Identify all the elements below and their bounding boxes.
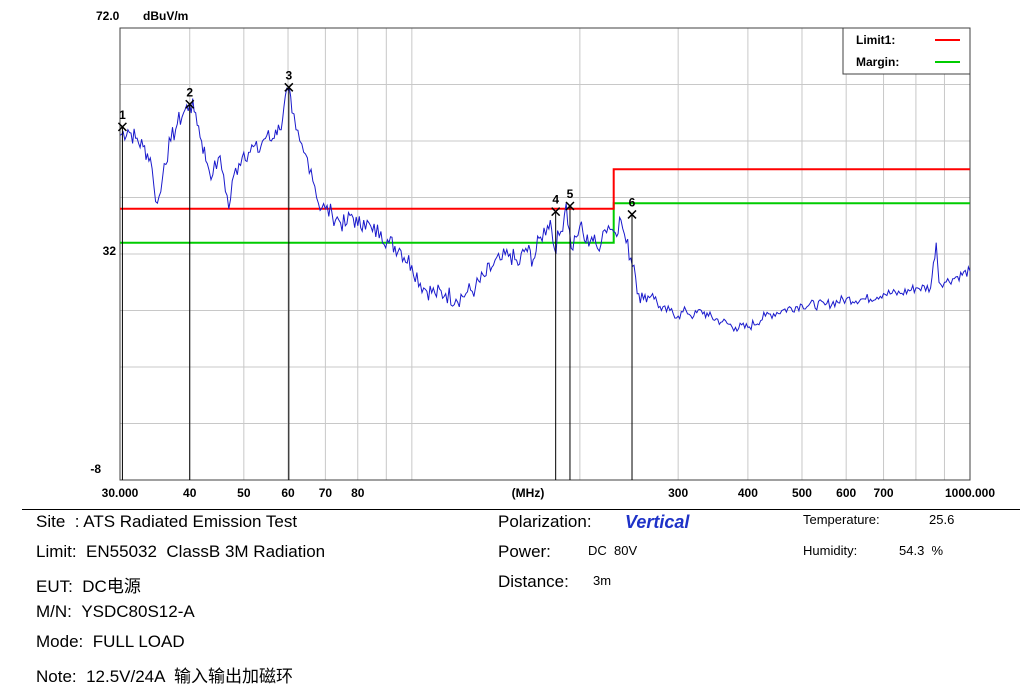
distance-value: 3m bbox=[593, 573, 612, 588]
emission-chart: 1 2 3 4 5 6 72.0 dBuV/m 32 -8 (MHz) 30.000 40 5… bbox=[90, 9, 996, 500]
marker-label: 1 bbox=[119, 108, 126, 122]
x-tick-label: 300 bbox=[668, 486, 688, 500]
x-tick-labels: 30.000 40 50 60 70 80 300 400 500 600 700 1000.000 bbox=[102, 486, 996, 500]
grid-lines bbox=[120, 28, 970, 480]
site-text: Site : ATS Radiated Emission Test bbox=[36, 512, 298, 531]
humidity-value: 54.3 % bbox=[899, 543, 944, 558]
peak-markers: 1 2 3 4 5 6 bbox=[117, 68, 637, 480]
x-tick-label: 700 bbox=[874, 486, 894, 500]
temperature-value: 25.6 bbox=[929, 512, 955, 527]
y-axis-mid-label: 32 bbox=[103, 244, 117, 258]
legend-label-limit: Limit1: bbox=[856, 33, 895, 47]
power-value: DC 80V bbox=[588, 543, 638, 558]
y-axis-top-label: 72.0 bbox=[96, 9, 120, 23]
mode-text: Mode: FULL LOAD bbox=[36, 632, 185, 651]
eut-text: EUT: DC电源 bbox=[36, 577, 141, 596]
power-label: Power: bbox=[498, 542, 551, 561]
polarization-label: Polarization: bbox=[498, 512, 592, 531]
marker-label: 5 bbox=[567, 187, 574, 201]
x-tick-label: 60 bbox=[281, 486, 295, 500]
temperature-label: Temperature: bbox=[803, 512, 880, 527]
x-tick-label: 70 bbox=[319, 486, 333, 500]
legend-label-margin: Margin: bbox=[856, 55, 899, 69]
marker-label: 2 bbox=[186, 85, 193, 99]
limit-text: Limit: EN55032 ClassB 3M Radiation bbox=[36, 542, 326, 561]
y-axis-unit: dBuV/m bbox=[143, 9, 188, 23]
info-separator bbox=[22, 509, 1020, 510]
distance-label: Distance: bbox=[498, 572, 569, 591]
x-tick-label: 500 bbox=[792, 486, 812, 500]
marker-label: 6 bbox=[629, 195, 636, 209]
x-tick-label: 600 bbox=[836, 486, 856, 500]
x-tick-label: 400 bbox=[738, 486, 758, 500]
x-tick-label: 1000.000 bbox=[945, 486, 995, 500]
x-axis-unit: (MHz) bbox=[512, 486, 545, 500]
x-tick-label: 80 bbox=[351, 486, 365, 500]
x-tick-label: 30.000 bbox=[102, 486, 139, 500]
y-axis-bottom-label: -8 bbox=[90, 462, 101, 476]
marker-label: 4 bbox=[552, 193, 559, 207]
marker-label: 3 bbox=[285, 68, 292, 82]
note-text: Note: 12.5V/24A 输入输出加磁环 bbox=[36, 667, 293, 686]
legend: Limit1: Margin: bbox=[842, 27, 971, 75]
x-tick-label: 50 bbox=[237, 486, 251, 500]
x-tick-label: 40 bbox=[183, 486, 197, 500]
humidity-label: Humidity: bbox=[803, 543, 858, 558]
model-number-text: M/N: YSDC80S12-A bbox=[36, 602, 195, 621]
polarization-value: Vertical bbox=[625, 512, 690, 532]
